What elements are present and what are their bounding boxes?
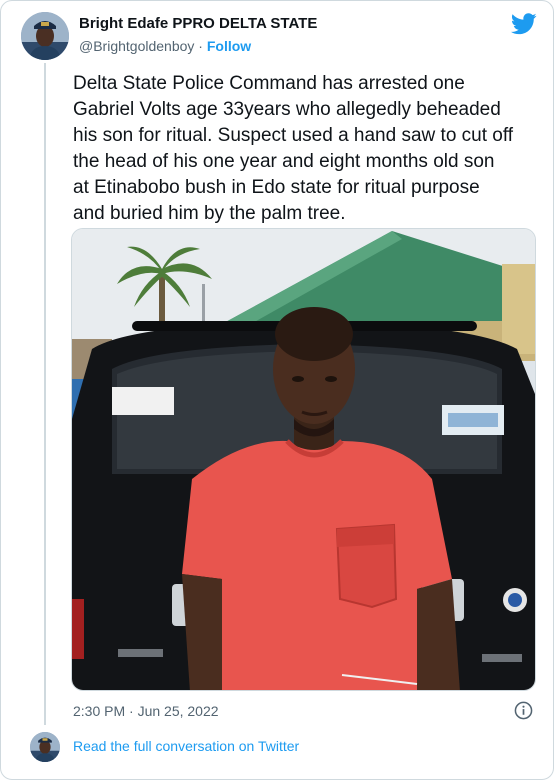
police-avatar-icon bbox=[30, 732, 60, 762]
tweet-text: Delta State Police Command has arrested … bbox=[73, 71, 543, 227]
tweet-text-line: and buried him by the palm tree. bbox=[73, 203, 346, 224]
read-conversation-link[interactable]: Read the full conversation on Twitter bbox=[73, 738, 299, 754]
reply-avatar[interactable] bbox=[30, 732, 60, 762]
tweet-text-line: Gabriel Volts age 33years who allegedly … bbox=[73, 99, 501, 120]
author-avatar[interactable] bbox=[21, 12, 69, 60]
tweet-text-line: the head of his one year and eight month… bbox=[73, 151, 495, 172]
info-icon[interactable] bbox=[514, 701, 533, 720]
author-handle[interactable]: @Brightgoldenboy bbox=[79, 38, 194, 54]
tweet-timestamp[interactable]: 2:30 PM · Jun 25, 2022 bbox=[73, 703, 219, 719]
twitter-bird-icon[interactable] bbox=[511, 13, 537, 35]
tweet-text-line: Delta State Police Command has arrested … bbox=[73, 73, 465, 94]
thread-line bbox=[44, 63, 46, 725]
tweet-card: Bright Edafe PPRO DELTA STATE @Brightgol… bbox=[0, 0, 554, 780]
author-handle-row: @Brightgoldenboy · Follow bbox=[79, 38, 251, 54]
separator-dot: · bbox=[198, 38, 203, 54]
tweet-text-line: at Etinabobo bush in Edo state for ritua… bbox=[73, 177, 480, 198]
police-avatar-icon bbox=[21, 12, 69, 60]
tweet-text-line: his son for ritual. Suspect used a hand … bbox=[73, 125, 514, 146]
author-name[interactable]: Bright Edafe PPRO DELTA STATE bbox=[79, 15, 317, 32]
tweet-photo[interactable] bbox=[71, 228, 536, 691]
suspect-photo bbox=[72, 229, 535, 690]
follow-button[interactable]: Follow bbox=[207, 38, 251, 54]
